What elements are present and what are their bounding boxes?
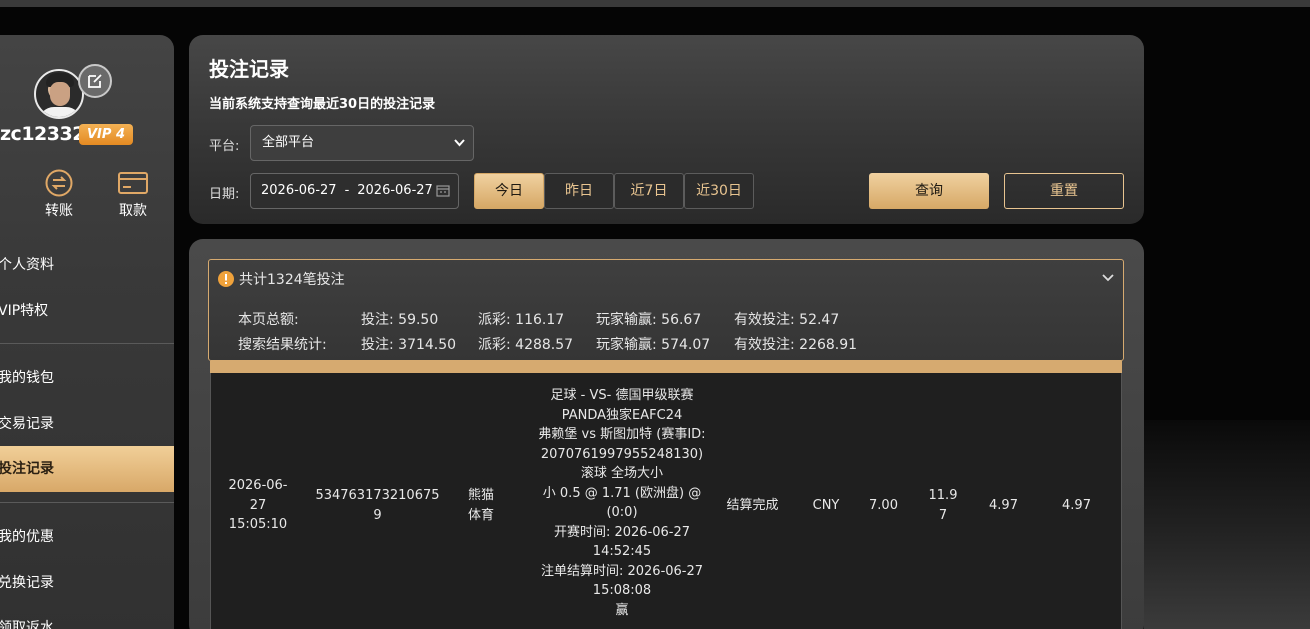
query-button[interactable]: 查询	[869, 173, 989, 209]
transfer-label: 转账	[45, 203, 73, 219]
range-today-button[interactable]: 今日	[474, 173, 544, 209]
date-end: 2026-06-27	[357, 183, 433, 198]
summary-box: 共计1324笔投注 本页总额: 投注: 59.50 派彩: 116.17 玩家输…	[208, 259, 1124, 361]
filter-panel: 投注记录 当前系统支持查询最近30日的投注记录 平台: 全部平台 日期: 202…	[189, 35, 1144, 224]
table-row: 2026-06- 27 15:05:10 534763173210675 9 熊…	[210, 373, 1122, 629]
sidebar-item-label: 我的钱包	[0, 370, 54, 386]
page-total-bet: 投注: 59.50	[361, 312, 439, 328]
search-total-valid-bet: 有效投注: 2268.91	[734, 337, 858, 353]
chevron-down-icon[interactable]	[1101, 270, 1115, 284]
sidebar-item-label: VIP特权	[0, 303, 49, 319]
search-total-label: 搜索结果统计:	[238, 337, 327, 353]
sidebar-item-label: 交易记录	[0, 416, 54, 432]
sidebar-item-label: 个人资料	[0, 257, 54, 273]
summary-total-count: 共计1324笔投注	[239, 272, 345, 288]
reset-button[interactable]: 重置	[1004, 173, 1124, 209]
win-loss-cell: 4.97	[989, 498, 1018, 513]
withdraw-button[interactable]: 取款	[103, 168, 163, 220]
card-icon	[118, 172, 148, 194]
page-total-payout: 派彩: 116.17	[478, 312, 565, 328]
withdraw-label: 取款	[119, 203, 147, 219]
sidebar-item-bet-records[interactable]: 投注记录	[0, 446, 174, 492]
date-range-input[interactable]: 2026-06-27-2026-06-27	[250, 173, 459, 209]
sidebar-item-transactions[interactable]: 交易记录	[0, 401, 174, 447]
page-total-player-win: 玩家输赢: 56.67	[596, 312, 702, 328]
platform-select-value: 全部平台	[262, 135, 315, 150]
sidebar-item-promotions[interactable]: 我的优惠	[0, 514, 174, 560]
bet-detail-cell: 足球 - VS- 德国甲级联赛 PANDA独家EAFC24 弗赖堡 vs 斯图加…	[538, 388, 706, 618]
date-separator: -	[344, 183, 350, 198]
platform-select[interactable]: 全部平台	[250, 125, 474, 161]
table-header-strip	[210, 361, 1122, 373]
info-icon	[218, 271, 234, 287]
top-bar	[0, 0, 1310, 7]
edit-icon	[88, 74, 102, 88]
sidebar-item-redeem[interactable]: 兑换记录	[0, 560, 174, 606]
currency-cell: CNY	[812, 498, 840, 513]
sidebar-item-label: 兑换记录	[0, 575, 54, 591]
chevron-down-icon	[454, 126, 465, 174]
range-30days-button[interactable]: 近30日	[684, 173, 754, 209]
date-start: 2026-06-27	[261, 183, 337, 198]
valid-bet-cell: 4.97	[1062, 498, 1091, 513]
sidebar-divider	[0, 343, 174, 344]
range-7days-button[interactable]: 近7日	[614, 173, 684, 209]
range-yesterday-button[interactable]: 昨日	[544, 173, 614, 209]
search-total-payout: 派彩: 4288.57	[478, 337, 574, 353]
page-subtitle: 当前系统支持查询最近30日的投注记录	[209, 97, 436, 112]
vip-badge: VIP 4	[79, 124, 133, 145]
page-title: 投注记录	[209, 57, 289, 81]
results-panel: 共计1324笔投注 本页总额: 投注: 59.50 派彩: 116.17 玩家输…	[189, 239, 1144, 629]
sidebar-item-wallet[interactable]: 我的钱包	[0, 355, 174, 401]
date-label: 日期:	[209, 187, 240, 202]
transfer-icon	[45, 169, 73, 197]
calendar-icon	[436, 185, 450, 197]
platform-cell: 熊猫 体育	[467, 488, 494, 523]
sidebar-item-label: 领取返水	[0, 620, 54, 629]
sidebar-item-vip[interactable]: VIP特权	[0, 288, 174, 334]
sidebar-divider	[0, 502, 174, 503]
avatar[interactable]	[34, 69, 84, 119]
page-total-valid-bet: 有效投注: 52.47	[734, 312, 840, 328]
sidebar: zc123321 VIP 4 转账 取款 个人资料 VIP特权 我的钱包 交易记…	[0, 35, 174, 629]
background-glow	[1144, 420, 1310, 629]
sidebar-item-profile[interactable]: 个人资料	[0, 242, 174, 288]
order-number-cell: 534763173210675 9	[315, 488, 440, 523]
edit-profile-button[interactable]	[78, 64, 112, 98]
sidebar-item-rebate[interactable]: 领取返水	[0, 605, 174, 629]
status-cell: 结算完成	[726, 498, 779, 513]
transfer-button[interactable]: 转账	[29, 168, 89, 220]
summary-header[interactable]: 共计1324笔投注	[218, 269, 345, 289]
sidebar-item-label: 投注记录	[0, 461, 54, 477]
search-total-bet: 投注: 3714.50	[361, 337, 457, 353]
search-total-player-win: 玩家输赢: 574.07	[596, 337, 711, 353]
page-total-label: 本页总额:	[238, 312, 299, 328]
sidebar-item-label: 我的优惠	[0, 529, 54, 545]
payout-cell: 11.9 7	[928, 488, 958, 523]
platform-label: 平台:	[209, 139, 240, 154]
bet-amount-cell: 7.00	[869, 498, 898, 513]
bet-time-cell: 2026-06- 27 15:05:10	[228, 478, 288, 532]
